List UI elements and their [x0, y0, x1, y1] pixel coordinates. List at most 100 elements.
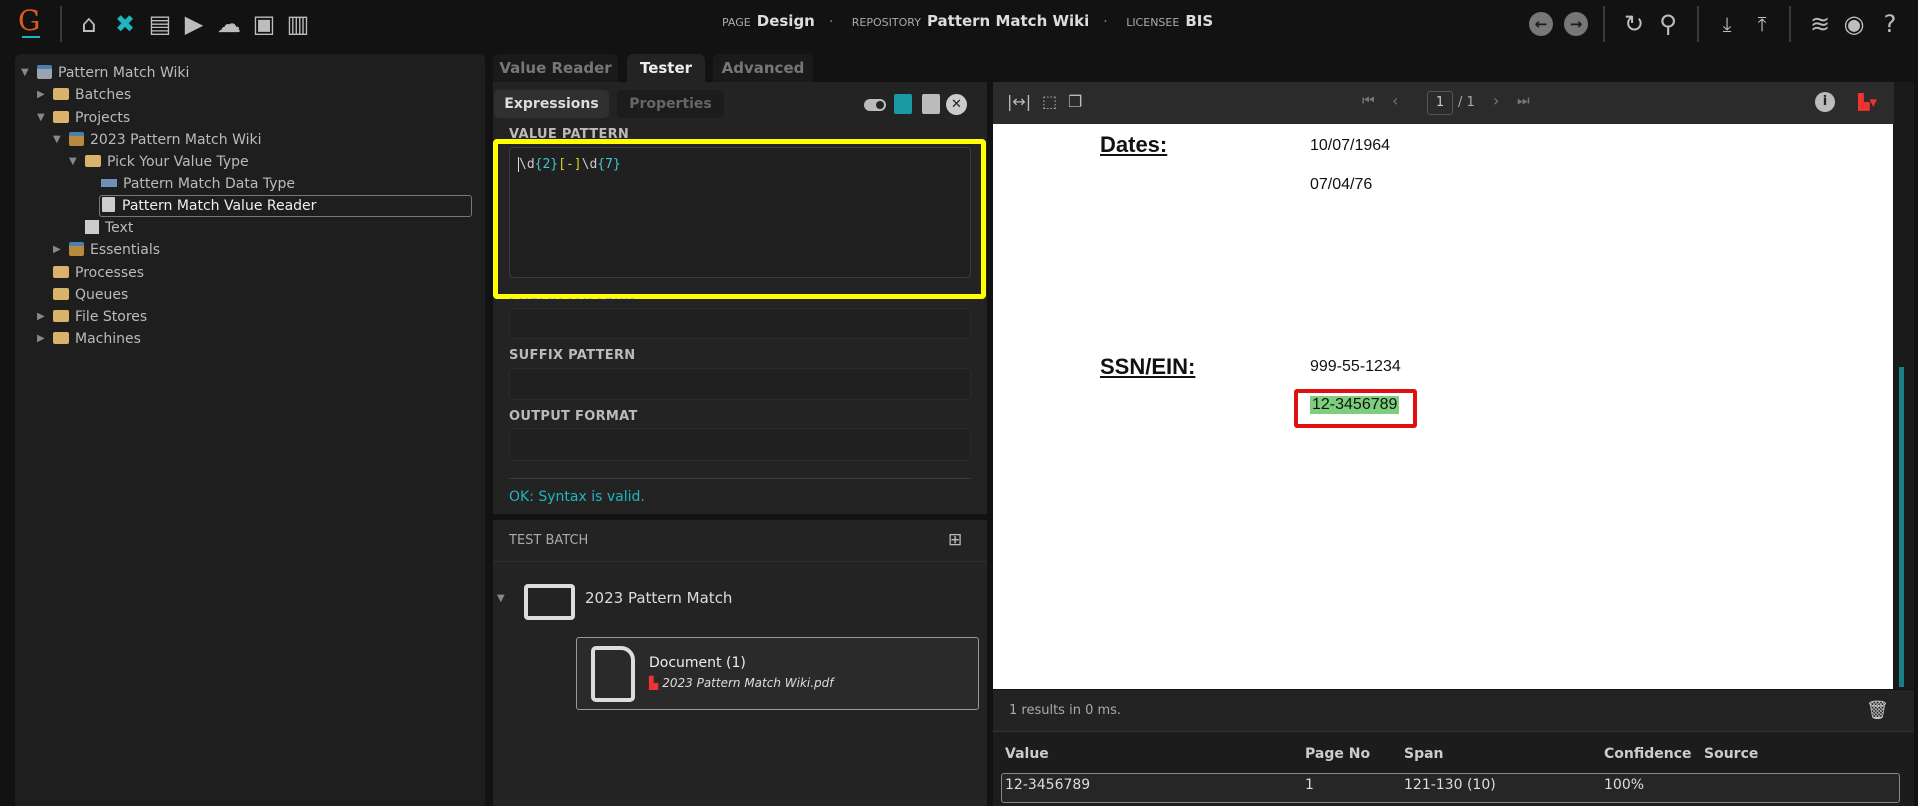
repository-value: Pattern Match Wiki	[926, 12, 1090, 30]
tab-advanced[interactable]: Advanced	[713, 54, 813, 82]
tree-item-data-type[interactable]: Pattern Match Data Type	[101, 173, 295, 195]
divider	[509, 478, 971, 479]
media-icon[interactable]: ▶	[180, 10, 208, 38]
search-icon[interactable]: ⚲	[1654, 10, 1682, 38]
repository-label: REPOSITORY	[851, 16, 921, 29]
text-icon	[85, 220, 99, 234]
tree-item-projects[interactable]: Projects	[53, 107, 130, 129]
last-page-icon[interactable]: ⏭	[1517, 93, 1530, 109]
expand-arrow[interactable]: ▶	[37, 328, 45, 350]
tree-item-processes[interactable]: Processes	[53, 262, 144, 284]
toggle-icon[interactable]	[864, 99, 886, 111]
forward-icon[interactable]: →	[1564, 12, 1588, 36]
back-icon[interactable]: ←	[1529, 12, 1553, 36]
home-icon[interactable]: ⌂	[75, 10, 103, 38]
tree-label: Queues	[75, 287, 129, 303]
tree-item-value-reader-selected[interactable]: Pattern Match Value Reader	[99, 195, 472, 217]
tree-item-batches[interactable]: Batches	[53, 84, 131, 106]
value-pattern-input[interactable]: \d{2}[-]\d{7}	[509, 147, 971, 278]
first-page-icon[interactable]: ⏮	[1362, 93, 1375, 109]
pages-icon[interactable]: ❐	[1068, 92, 1082, 111]
prev-page-icon[interactable]: ‹	[1392, 91, 1398, 110]
page-input[interactable]: 1	[1427, 91, 1453, 115]
subtab-properties[interactable]: Properties	[617, 90, 724, 118]
folder-icon	[53, 266, 69, 278]
close-icon[interactable]: ✕	[946, 94, 967, 115]
download-icon[interactable]: ⤓	[1713, 10, 1741, 38]
archive-icon[interactable]: ▤	[146, 10, 174, 38]
tree-label: Text	[105, 220, 134, 236]
tree-label: Essentials	[90, 242, 161, 258]
column-header-confidence[interactable]: Confidence	[1604, 746, 1692, 762]
expand-arrow[interactable]: ▶	[37, 306, 45, 328]
tab-value-reader[interactable]: Value Reader	[493, 54, 618, 82]
collapse-arrow[interactable]: ▼	[21, 62, 29, 84]
value-reader-icon	[102, 197, 115, 212]
document-card[interactable]: Document (1) ▙ 2023 Pattern Match Wiki.pd…	[576, 637, 979, 710]
doc-date-1: 10/07/1964	[1310, 137, 1391, 154]
briefcase-clock-icon[interactable]: ▣	[250, 10, 278, 38]
divider	[1603, 6, 1605, 42]
database-icon[interactable]: ≋	[1806, 10, 1834, 38]
tree-item-essentials[interactable]: Essentials	[69, 239, 160, 261]
pdf-icon: ▙	[649, 676, 659, 690]
collapse-arrow[interactable]: ▼	[497, 588, 505, 610]
chart-icon[interactable]	[894, 94, 912, 114]
column-header-source[interactable]: Source	[1704, 746, 1758, 762]
folder-icon	[53, 332, 69, 344]
subtab-expressions[interactable]: Expressions	[494, 90, 609, 118]
cell-page-no: 1	[1305, 777, 1314, 793]
tree-item-text[interactable]: Text	[85, 217, 133, 239]
column-header-page-no[interactable]: Page No	[1305, 746, 1370, 762]
fit-page-icon[interactable]: ⬚	[1042, 92, 1057, 111]
suffix-pattern-input[interactable]	[509, 368, 971, 400]
output-format-label: OUTPUT FORMAT	[509, 409, 638, 424]
hierarchy-icon[interactable]: ⊞	[948, 530, 962, 550]
help-icon[interactable]: ?	[1876, 10, 1904, 38]
viewer-scrollbar[interactable]	[1894, 82, 1914, 689]
upload-icon[interactable]: ⤒	[1748, 10, 1776, 38]
refresh-icon[interactable]: ↻	[1620, 10, 1648, 38]
expand-arrow[interactable]: ▶	[37, 84, 45, 106]
tab-tester[interactable]: Tester	[627, 54, 705, 82]
data-type-icon	[101, 179, 117, 187]
user-icon[interactable]: ◉	[1840, 10, 1868, 38]
tree-label: Pick Your Value Type	[107, 154, 249, 170]
bar-chart-icon[interactable]: ▥	[284, 10, 312, 38]
tools-icon[interactable]: ✖	[111, 10, 139, 38]
tree-item-queues[interactable]: Queues	[53, 284, 128, 306]
expand-arrow[interactable]: ▶	[53, 239, 61, 261]
collapse-arrow[interactable]: ▼	[69, 151, 77, 173]
pattern-token: \d	[581, 157, 598, 172]
tree-item-machines[interactable]: Machines	[53, 328, 141, 350]
document-title: Document (1)	[649, 655, 746, 671]
cloud-upload-icon[interactable]: ☁	[215, 10, 243, 38]
column-header-span[interactable]: Span	[1404, 746, 1444, 762]
next-page-icon[interactable]: ›	[1493, 91, 1499, 110]
test-batch-title: TEST BATCH	[509, 533, 589, 548]
save-icon[interactable]	[922, 94, 940, 114]
cell-confidence: 100%	[1604, 777, 1645, 793]
collapse-arrow[interactable]: ▼	[53, 129, 61, 151]
syntax-status: OK: Syntax is valid.	[509, 489, 645, 505]
doc-date-2: 07/04/76	[1310, 176, 1373, 193]
suffix-pattern-label: SUFFIX PATTERN	[509, 348, 636, 363]
tree-item-file-stores[interactable]: File Stores	[53, 306, 147, 328]
tree-item-repository[interactable]: Pattern Match Wiki	[37, 62, 189, 84]
pdf-export-icon[interactable]: ▙▾	[1858, 93, 1877, 111]
clear-results-icon[interactable]: 🗑	[1866, 700, 1889, 721]
app-logo[interactable]: G	[18, 4, 40, 37]
fit-width-icon[interactable]: |↔|	[1007, 92, 1031, 111]
divider	[1789, 6, 1791, 42]
info-icon[interactable]: i	[1815, 92, 1835, 112]
collapse-arrow[interactable]: ▼	[37, 107, 45, 129]
column-header-value[interactable]: Value	[1005, 746, 1049, 762]
prefix-pattern-input[interactable]	[509, 308, 971, 339]
tree-item-project[interactable]: 2023 Pattern Match Wiki	[69, 129, 262, 151]
folder-icon	[53, 111, 69, 123]
tree-item-pick-value-type[interactable]: Pick Your Value Type	[85, 151, 249, 173]
licensee-label: LICENSEE	[1126, 16, 1180, 29]
doc-ein-match[interactable]: 12-3456789	[1310, 396, 1400, 414]
batch-folder-label[interactable]: 2023 Pattern Match	[585, 589, 732, 607]
output-format-input[interactable]	[509, 428, 971, 461]
